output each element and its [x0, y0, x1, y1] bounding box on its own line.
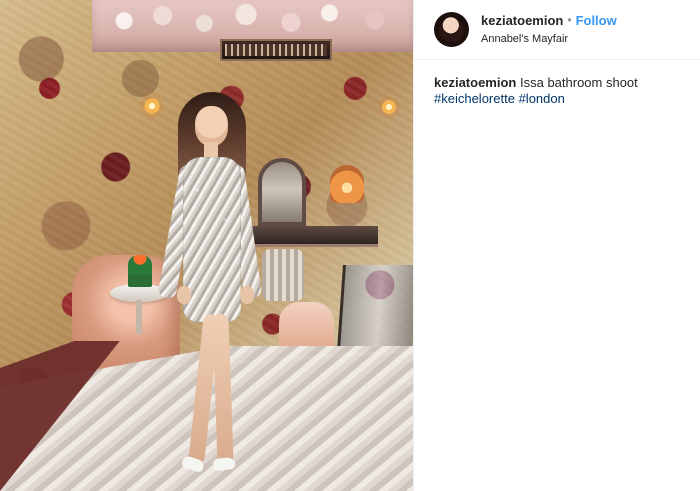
caption-text: Issa bathroom shoot	[519, 75, 638, 90]
caption-username[interactable]: keziatoemion	[434, 75, 516, 90]
hashtag-link[interactable]: #keichelorette	[434, 91, 515, 106]
post-sidebar: keziatoemion • Follow Annabel's Mayfair …	[413, 0, 700, 491]
post-header: keziatoemion • Follow Annabel's Mayfair	[414, 0, 700, 60]
right-hand	[240, 286, 254, 304]
ceiling-vent	[220, 39, 332, 61]
follow-button[interactable]: Follow	[576, 13, 617, 29]
caption-block: keziatoemion Issa bathroom shoot #keiche…	[414, 60, 700, 108]
dot-separator-icon: •	[567, 13, 572, 28]
left-hand	[177, 286, 191, 304]
username-link[interactable]: keziatoemion	[481, 13, 563, 29]
sequin-dress	[183, 157, 241, 322]
instagram-post-screen: keziatoemion • Follow Annabel's Mayfair …	[0, 0, 700, 491]
post-photo[interactable]	[0, 0, 413, 491]
right-leg	[212, 313, 234, 465]
avatar[interactable]	[434, 12, 469, 47]
header-text: keziatoemion • Follow Annabel's Mayfair	[481, 13, 617, 46]
location-link[interactable]: Annabel's Mayfair	[481, 33, 617, 46]
header-top-row: keziatoemion • Follow	[481, 13, 617, 29]
person	[145, 92, 275, 487]
wall-light-right	[378, 96, 400, 118]
table-lamp	[330, 165, 364, 203]
hashtag-link[interactable]: #london	[519, 91, 565, 106]
face	[195, 106, 228, 146]
right-shoe	[212, 456, 236, 472]
